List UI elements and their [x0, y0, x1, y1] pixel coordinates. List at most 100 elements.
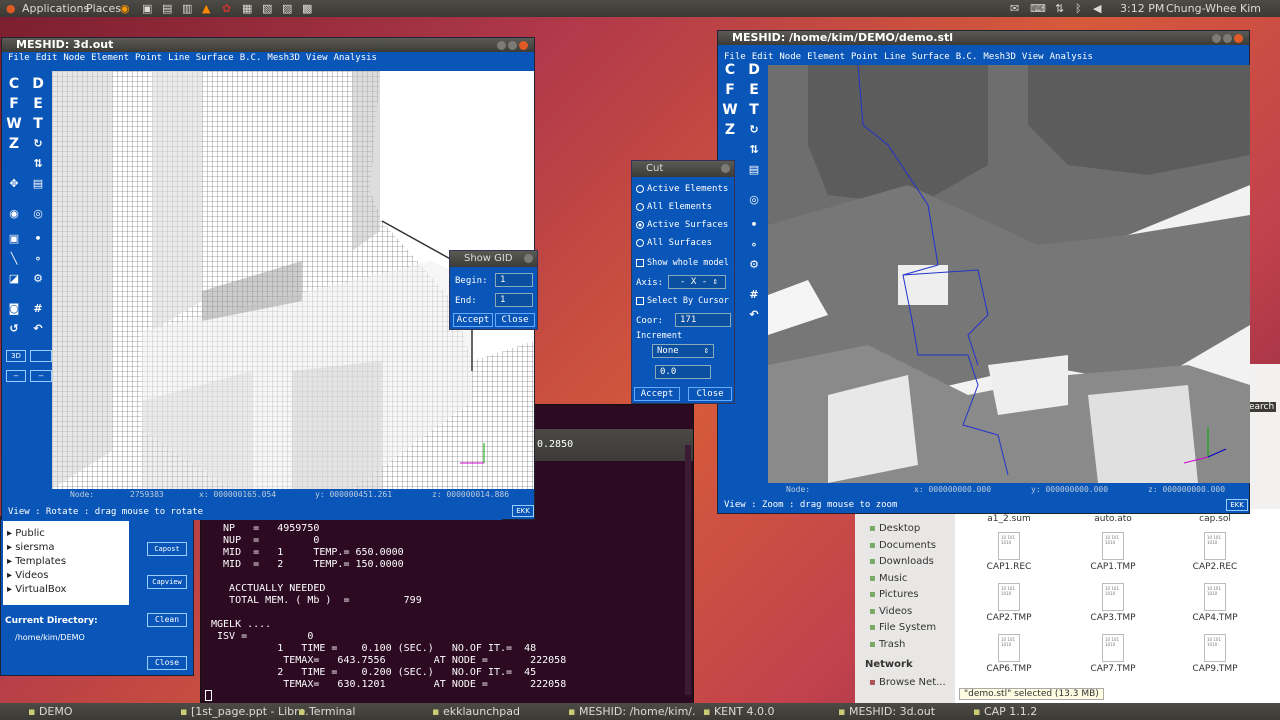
- dialog-title[interactable]: Cut: [632, 161, 734, 177]
- window-title[interactable]: MESHID: /home/kim/DEMO/demo.stl: [718, 31, 1249, 45]
- tool-c-button[interactable]: C: [722, 62, 738, 78]
- tool-t-button[interactable]: T: [746, 102, 762, 118]
- accept-button[interactable]: Accept: [634, 387, 680, 401]
- tree-item[interactable]: ▸ VirtualBox: [7, 583, 129, 597]
- close-button[interactable]: Close: [147, 656, 187, 670]
- taskbar-item[interactable]: ▪ KENT 4.0.0: [703, 705, 831, 719]
- radio-button[interactable]: [636, 239, 644, 247]
- window-controls[interactable]: [1210, 33, 1243, 46]
- node-icon[interactable]: ∘: [30, 251, 46, 267]
- close-icon[interactable]: [721, 164, 730, 173]
- element-icon[interactable]: ◪: [6, 271, 22, 287]
- file-item[interactable]: 10 101 1010 CAP2.REC: [1175, 532, 1255, 572]
- search-label[interactable]: earch: [1247, 402, 1277, 412]
- launcher-icon[interactable]: ▧: [262, 2, 272, 15]
- tree-item[interactable]: ▸ Templates: [7, 555, 129, 569]
- coor-input[interactable]: 171: [675, 313, 731, 327]
- box-select-icon[interactable]: ▣: [6, 231, 22, 247]
- menu-item[interactable]: Mesh3D: [267, 53, 300, 63]
- undo-icon[interactable]: ↶: [746, 307, 762, 323]
- keyboard-icon[interactable]: ⌨: [1030, 2, 1046, 15]
- clock[interactable]: 3:12 PM: [1120, 2, 1164, 15]
- tool-t-button[interactable]: T: [30, 116, 46, 132]
- menu-item[interactable]: Mesh3D: [983, 52, 1016, 62]
- menu-item[interactable]: Element: [91, 53, 129, 63]
- close-button[interactable]: Close: [688, 387, 732, 401]
- close-icon[interactable]: [519, 41, 528, 50]
- minimize-icon[interactable]: [1212, 34, 1221, 43]
- refresh-icon[interactable]: ↻: [746, 122, 762, 138]
- menu-item[interactable]: File: [724, 52, 746, 62]
- maximize-icon[interactable]: [508, 41, 517, 50]
- node-icon[interactable]: ∘: [746, 237, 762, 253]
- tool-e-button[interactable]: E: [746, 82, 762, 98]
- layers-icon[interactable]: ▤: [746, 162, 762, 178]
- sidebar-item[interactable]: ▪ Music: [869, 571, 936, 588]
- undo-icon[interactable]: ↶: [30, 321, 46, 337]
- z-axis-icon[interactable]: ⇅: [30, 156, 46, 172]
- tool-f-button[interactable]: F: [722, 82, 738, 98]
- launcher-icon[interactable]: ▩: [302, 2, 312, 15]
- close-icon[interactable]: [524, 254, 533, 263]
- file-item[interactable]: 10 101 1010 CAP2.TMP: [969, 583, 1049, 623]
- launcher-icon[interactable]: ▥: [182, 2, 192, 15]
- settings-icon[interactable]: ⚙: [746, 257, 762, 273]
- end-input[interactable]: 1: [495, 293, 533, 307]
- tool-d-button[interactable]: D: [30, 76, 46, 92]
- toggle-button[interactable]: [30, 350, 52, 362]
- window-title[interactable]: MESHID: 3d.out: [2, 38, 534, 52]
- ubuntu-logo-icon[interactable]: ●: [6, 2, 16, 15]
- file-item[interactable]: 10 101 1010 CAP9.TMP: [1175, 634, 1255, 674]
- hide-icon[interactable]: ◎: [30, 206, 46, 222]
- menu-item[interactable]: Surface: [912, 52, 950, 62]
- increment-select[interactable]: None ⇕: [652, 344, 714, 358]
- tree-item[interactable]: ▸ siersma: [7, 541, 129, 555]
- menu-item[interactable]: Node: [779, 52, 801, 62]
- launcher-icon[interactable]: ▨: [282, 2, 292, 15]
- grid-icon[interactable]: #: [746, 287, 762, 303]
- menu-item[interactable]: Node: [63, 53, 85, 63]
- file-item[interactable]: auto.ato: [1073, 514, 1153, 524]
- sidebar-item[interactable]: ▪ Downloads: [869, 554, 936, 571]
- user-menu[interactable]: Chung-Whee Kim: [1166, 2, 1261, 15]
- hide-icon[interactable]: ◎: [746, 192, 762, 208]
- volume-icon[interactable]: ◀: [1093, 2, 1101, 15]
- terminal-scrollbar[interactable]: [685, 445, 691, 695]
- menu-item[interactable]: Point: [851, 52, 878, 62]
- sidebar-item[interactable]: ▪ Documents: [869, 538, 936, 555]
- tool-e-button[interactable]: E: [30, 96, 46, 112]
- taskbar-item[interactable]: ▪ ekklaunchpad: [432, 705, 560, 719]
- accept-button[interactable]: Accept: [453, 313, 493, 327]
- close-button[interactable]: Close: [495, 313, 535, 327]
- launcher-icon[interactable]: ▦: [242, 2, 252, 15]
- taskbar-item[interactable]: ▪ Terminal: [298, 705, 426, 719]
- menu-item[interactable]: View: [1022, 52, 1044, 62]
- launcher-icon[interactable]: ▤: [162, 2, 172, 15]
- menu-item[interactable]: Surface: [196, 53, 234, 63]
- clean-button[interactable]: Clean: [147, 613, 187, 627]
- file-item[interactable]: 10 101 1010 CAP6.TMP: [969, 634, 1049, 674]
- taskbar-item[interactable]: ▪ MESHID: /home/kim/...: [568, 705, 696, 719]
- expand-arrow-icon[interactable]: ▸: [7, 556, 15, 567]
- ekk-button[interactable]: EKK: [1226, 499, 1248, 511]
- meshid-right-window[interactable]: MESHID: /home/kim/DEMO/demo.stl File Edit…: [717, 30, 1250, 514]
- minimize-icon[interactable]: [497, 41, 506, 50]
- launcher-icon[interactable]: ▣: [142, 2, 152, 15]
- menu-item[interactable]: Line: [168, 53, 190, 63]
- tree-item[interactable]: ▸ Public: [7, 527, 129, 541]
- taskbar-item[interactable]: ▪ [1st_page.ppt - Libre...: [180, 705, 308, 719]
- grid-icon[interactable]: #: [30, 301, 46, 317]
- applications-menu[interactable]: Applications: [22, 2, 89, 15]
- tool-c-button[interactable]: C: [6, 76, 22, 92]
- radio-button[interactable]: [636, 185, 644, 193]
- launcher-icon[interactable]: ✿: [222, 2, 231, 15]
- network-icon[interactable]: ⇅: [1055, 2, 1064, 15]
- taskbar-item[interactable]: ▪ DEMO: [28, 705, 156, 719]
- begin-input[interactable]: 1: [495, 273, 533, 287]
- expand-arrow-icon[interactable]: ▸: [7, 528, 15, 539]
- z-axis-icon[interactable]: ⇅: [746, 142, 762, 158]
- file-item[interactable]: 10 101 1010 CAP1.TMP: [1073, 532, 1153, 572]
- taskbar-item[interactable]: ▪ MESHID: 3d.out: [838, 705, 966, 719]
- point-icon[interactable]: •: [30, 231, 46, 247]
- menu-item[interactable]: Edit: [752, 52, 774, 62]
